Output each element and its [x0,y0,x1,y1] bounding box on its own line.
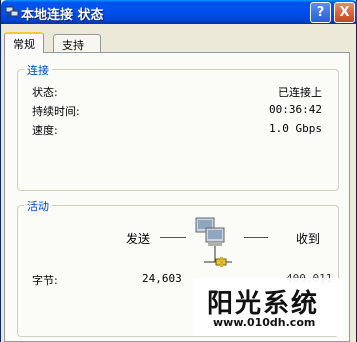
received-label: 收到 [296,232,321,246]
duration-label: 持续时间: [32,105,80,118]
network-activity-icon [195,217,232,267]
help-button[interactable]: ? [310,2,331,23]
sent-divider [160,237,186,238]
title-bar[interactable]: 本地连接 状态 ? X [1,0,357,24]
dialog-window: 本地连接 状态 ? X 常规 支持 连接 状态: 已连接上 持续时间: 00:3… [0,0,357,342]
window-title: 本地连接 状态 [21,8,104,23]
status-value: 已连接上 [278,86,322,99]
activity-group-title: 活动 [24,198,52,214]
tab-support[interactable]: 支持 [53,34,101,52]
watermark-url: www.010dh.com [213,316,316,329]
speed-row: 速度: 1.0 Gbps [32,122,322,137]
status-row: 状态: 已连接上 [32,84,322,99]
duration-value: 00:36:42 [269,103,322,116]
bytes-label: 字节: [32,274,58,287]
help-icon: ? [316,5,325,20]
status-label: 状态: [32,86,58,99]
sent-label: 发送 [126,232,151,246]
speed-label: 速度: [32,124,58,137]
watermark-brand: 阳光系统 [207,289,320,319]
received-divider [244,237,268,238]
duration-row: 持续时间: 00:36:42 [32,103,322,118]
bytes-sent-value: 24,603 [142,272,182,285]
tab-general[interactable]: 常规 [4,32,44,53]
close-icon: X [339,5,350,20]
connection-group-title: 连接 [24,62,52,78]
network-connection-icon [5,6,19,18]
speed-value: 1.0 Gbps [269,122,322,135]
close-button[interactable]: X [334,2,355,23]
connection-group: 连接 状态: 已连接上 持续时间: 00:36:42 速度: 1.0 Gbps [17,62,339,191]
